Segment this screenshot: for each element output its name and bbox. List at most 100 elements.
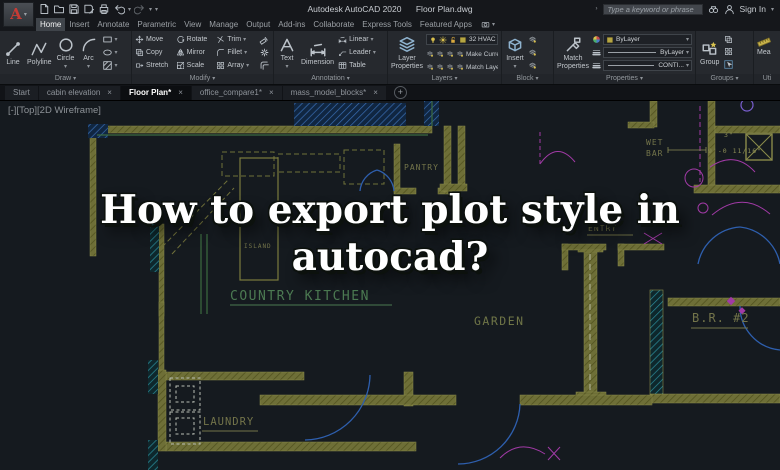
tab-home[interactable]: Home (36, 18, 66, 31)
linetype-select[interactable]: CONTI... ▾ (603, 60, 692, 71)
block-attributes-icon[interactable] (528, 61, 537, 70)
edit-block-icon[interactable] (528, 48, 537, 57)
new-drawing-tab-button[interactable]: + (393, 86, 407, 99)
tab-insert[interactable]: Insert (65, 18, 93, 31)
tab-annotate[interactable]: Annotate (93, 18, 133, 31)
arc-button[interactable]: Arc ▾ (79, 33, 99, 72)
tab-featured-apps[interactable]: Featured Apps (416, 18, 476, 31)
rotate-button[interactable]: Rotate (176, 33, 216, 46)
ellipse-icon[interactable] (102, 47, 113, 58)
fillet-button[interactable]: Fillet ▾ (216, 46, 256, 59)
tab-parametric[interactable]: Parametric (133, 18, 180, 31)
leader-button[interactable]: Leader ▾ (338, 48, 376, 57)
layer-cube-icon[interactable] (436, 50, 444, 58)
save-icon[interactable] (68, 3, 80, 15)
layer-cube-icon[interactable] (446, 50, 454, 58)
match-properties-button[interactable]: Match Properties (557, 33, 589, 72)
close-icon[interactable]: × (178, 86, 183, 100)
dimension-button[interactable]: Dimension (300, 33, 335, 72)
file-tab-start[interactable]: Start (5, 86, 38, 100)
polyline-button[interactable]: Polyline (26, 33, 53, 72)
circle-button[interactable]: Circle ▾ (56, 33, 76, 72)
layer-cube-icon[interactable] (436, 63, 444, 71)
tab-collaborate[interactable]: Collaborate (309, 18, 358, 31)
open-folder-icon[interactable] (53, 3, 65, 15)
object-color-select[interactable]: ByLayer ▾ (603, 34, 692, 45)
scale-button[interactable]: Scale (176, 59, 216, 72)
signin-dropdown-icon[interactable]: ▾ (771, 6, 774, 13)
create-block-icon[interactable] (528, 35, 537, 44)
close-icon[interactable]: × (107, 86, 112, 100)
group-button[interactable]: Group (699, 33, 720, 72)
move-button[interactable]: Move (135, 33, 175, 46)
fillet-icon (216, 48, 225, 57)
viewport-controls[interactable]: [-][Top][2D Wireframe] (8, 105, 101, 116)
ungroup-icon[interactable] (724, 35, 733, 44)
panel-label-layers[interactable]: Layers ▾ (388, 74, 501, 84)
file-tab-mass-model-blocks[interactable]: mass_model_blocks* × (282, 86, 386, 100)
array-button[interactable]: Array ▾ (216, 59, 256, 72)
match-layer-button[interactable]: Match Layer (456, 63, 498, 71)
undo-icon[interactable] (113, 3, 125, 15)
panel-label-modify[interactable]: Modify ▾ (132, 74, 273, 84)
group-edit-icon[interactable] (724, 47, 733, 56)
hatch-icon[interactable] (102, 60, 113, 71)
drawing-canvas[interactable]: [-][Top][2D Wireframe] 9'-0 11/16" 3" CO… (0, 100, 780, 470)
groups-column (723, 33, 734, 72)
linear-button[interactable]: Linear ▾ (338, 35, 374, 44)
lineweight-select[interactable]: ByLayer ▾ (603, 47, 692, 58)
sign-in-button[interactable]: Sign In (740, 4, 766, 14)
save-as-icon[interactable] (83, 3, 95, 15)
file-tab-cabin-elevation[interactable]: cabin elevation × (38, 86, 120, 100)
panel-label-draw[interactable]: Draw ▾ (0, 74, 131, 84)
layer-cube-icon[interactable] (426, 50, 434, 58)
file-tab-floor-plan[interactable]: Floor Plan* × (120, 86, 191, 100)
line-icon (4, 40, 22, 58)
media-tab[interactable]: ▾ (476, 18, 500, 31)
qat-customize-icon[interactable]: ▾ (155, 6, 158, 13)
offset-icon[interactable] (259, 60, 270, 71)
tab-add-ins[interactable]: Add-ins (274, 18, 309, 31)
redo-dropdown-icon[interactable]: ▾ (149, 6, 152, 13)
trim-button[interactable]: Trim ▾ (216, 33, 256, 46)
text-button[interactable]: Text ▾ (277, 33, 297, 72)
panel-label-annotation[interactable]: Annotation ▾ (274, 74, 387, 84)
group-selection-icon[interactable] (723, 59, 734, 70)
tab-express-tools[interactable]: Express Tools (358, 18, 416, 31)
make-current-button[interactable]: Make Current (456, 50, 498, 58)
help-search-input[interactable] (602, 3, 703, 15)
tab-manage[interactable]: Manage (205, 18, 242, 31)
search-binoculars-icon[interactable] (708, 4, 719, 15)
explode-icon[interactable] (259, 47, 270, 58)
copy-button[interactable]: Copy (135, 46, 175, 59)
undo-dropdown-icon[interactable]: ▾ (128, 6, 131, 13)
line-button[interactable]: Line (3, 33, 23, 72)
measure-button[interactable]: Mea (757, 49, 771, 56)
erase-icon[interactable] (259, 34, 270, 45)
panel-label-groups[interactable]: Groups ▾ (696, 74, 753, 84)
close-icon[interactable]: × (269, 86, 274, 100)
panel-label-utilities[interactable]: Uti (754, 74, 780, 84)
mirror-button[interactable]: Mirror (176, 46, 216, 59)
user-icon[interactable] (724, 4, 735, 15)
measure-icon[interactable] (757, 35, 771, 49)
application-menu-button[interactable]: A ▾ (3, 2, 34, 27)
layer-cube-icon[interactable] (426, 63, 434, 71)
insert-button[interactable]: Insert ▾ (505, 33, 525, 72)
layer-cube-icon[interactable] (446, 63, 454, 71)
panel-label-properties[interactable]: Properties ▾ (554, 74, 695, 84)
stretch-button[interactable]: Stretch (135, 59, 175, 72)
tab-output[interactable]: Output (242, 18, 274, 31)
file-tab-bar: Start cabin elevation × Floor Plan* × of… (0, 84, 780, 100)
table-button[interactable]: Table (338, 61, 366, 70)
panel-label-block[interactable]: Block ▾ (502, 74, 553, 84)
new-file-icon[interactable] (38, 3, 50, 15)
layer-select[interactable]: 32 HVAC ▾ (426, 34, 498, 45)
close-icon[interactable]: × (373, 86, 378, 100)
file-tab-office-compare[interactable]: office_compare1* × (191, 86, 282, 100)
tab-view[interactable]: View (180, 18, 205, 31)
redo-icon[interactable] (134, 3, 146, 15)
rectangle-icon[interactable] (102, 34, 113, 45)
plot-icon[interactable] (98, 3, 110, 15)
layer-properties-button[interactable]: Layer Properties (391, 33, 423, 72)
